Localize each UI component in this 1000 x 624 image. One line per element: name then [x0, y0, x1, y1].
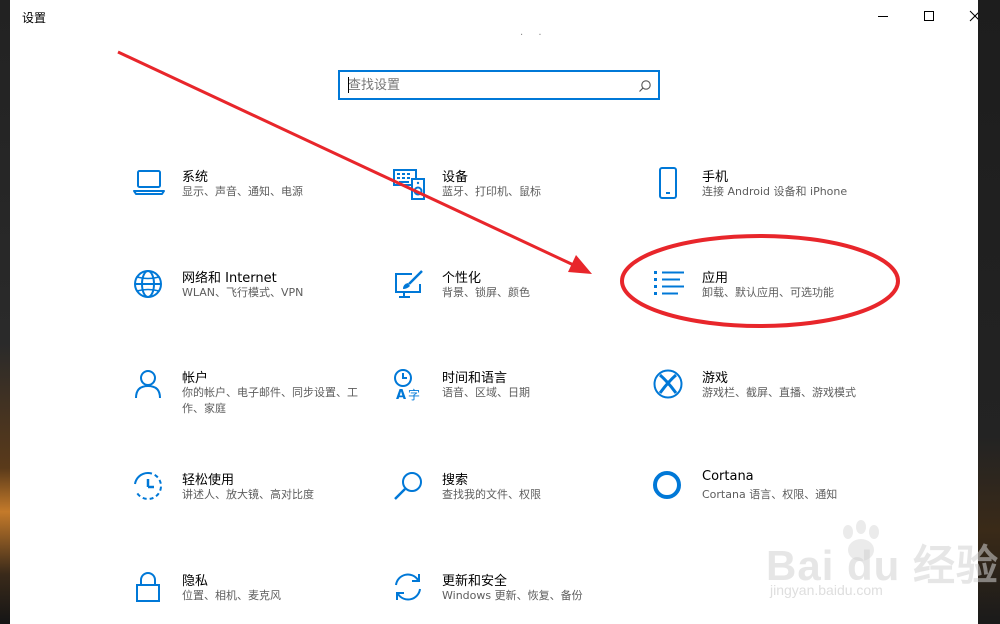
xbox-icon: [653, 369, 683, 399]
tile-description: WLAN、飞行模式、VPN: [182, 286, 304, 299]
tile-network[interactable]: 网络和 Internet WLAN、飞行模式、VPN: [132, 268, 382, 328]
time-language-icon: A 字: [394, 369, 420, 402]
tile-title: 个性化: [442, 271, 482, 286]
tile-title: 系统: [182, 170, 209, 185]
search-icon: [394, 472, 422, 500]
tile-description: 连接 Android 设备和 iPhone: [702, 185, 848, 198]
person-icon: [135, 370, 161, 399]
tile-accounts[interactable]: 帐户 你的帐户、电子邮件、同步设置、工作、家庭: [132, 368, 382, 428]
watermark-url: jingyan.baidu.com: [770, 582, 883, 598]
tile-description: 语音、区域、日期: [442, 386, 530, 399]
laptop-icon: [133, 170, 165, 195]
tile-description: 显示、声音、通知、电源: [182, 185, 303, 198]
close-button[interactable]: [952, 0, 978, 32]
paint-brush-icon: [395, 270, 423, 298]
tile-description: 你的帐户、电子邮件、同步设置、工作、家庭: [182, 386, 358, 415]
tile-search[interactable]: 搜索 查找我的文件、权限: [392, 470, 642, 530]
tile-description: Cortana 语言、权限、通知: [702, 488, 838, 501]
tile-title: 游戏: [702, 371, 729, 386]
title-bar: 设置 · ·: [10, 0, 978, 41]
tile-description: 蓝牙、打印机、鼠标: [442, 185, 541, 198]
tile-description: 查找我的文件、权限: [442, 488, 541, 501]
tile-ease-of-access[interactable]: 轻松使用 讲述人、放大镜、高对比度: [132, 470, 382, 530]
svg-text:A: A: [396, 388, 406, 402]
tile-title: 手机: [702, 170, 729, 185]
tile-privacy[interactable]: 隐私 位置、相机、麦克风: [132, 571, 382, 624]
tile-personalization[interactable]: 个性化 背景、锁屏、颜色: [392, 268, 642, 328]
search-icon[interactable]: [638, 79, 652, 93]
update-sync-icon: [395, 573, 421, 601]
ease-of-access-icon: [134, 471, 162, 500]
tile-title: 帐户: [182, 371, 209, 386]
tile-phone[interactable]: 手机 连接 Android 设备和 iPhone: [652, 167, 902, 227]
phone-icon: [659, 167, 677, 199]
tile-apps[interactable]: 应用 卸载、默认应用、可选功能: [652, 268, 902, 328]
tile-description: 位置、相机、麦克风: [182, 589, 281, 602]
cortana-icon: [653, 471, 681, 499]
apps-list-icon: [654, 271, 684, 295]
tile-title: 轻松使用: [182, 473, 235, 488]
keyboard-devices-icon: [393, 169, 425, 200]
tile-gaming[interactable]: 游戏 游戏栏、截屏、直播、游戏模式: [652, 368, 902, 428]
globe-icon: [134, 270, 162, 298]
tile-description: 讲述人、放大镜、高对比度: [182, 488, 314, 501]
search-input[interactable]: [348, 76, 628, 94]
desktop-background-right: [978, 0, 1000, 624]
tile-update-security[interactable]: 更新和安全 Windows 更新、恢复、备份: [392, 571, 642, 624]
tile-description: Windows 更新、恢复、备份: [442, 589, 583, 602]
tile-title: 隐私: [182, 574, 209, 589]
tile-title: Cortana: [702, 469, 754, 484]
text-caret: [348, 77, 349, 93]
ellipsis-dots: · ·: [520, 30, 548, 41]
tile-title: 更新和安全: [442, 574, 508, 589]
tile-title: 搜索: [442, 473, 469, 488]
tile-description: 卸载、默认应用、可选功能: [702, 286, 834, 299]
tile-title: 应用: [702, 271, 729, 286]
minimize-icon: [878, 16, 888, 17]
tile-description: 背景、锁屏、颜色: [442, 286, 530, 299]
maximize-icon: [924, 11, 934, 21]
tile-title: 时间和语言: [442, 371, 508, 386]
desktop-background-left: [0, 0, 10, 624]
tile-title: 网络和 Internet: [182, 271, 277, 286]
tile-devices[interactable]: 设备 蓝牙、打印机、鼠标: [392, 167, 642, 227]
tile-time-language[interactable]: A 字 时间和语言 语音、区域、日期: [392, 368, 642, 428]
search-box[interactable]: [338, 70, 660, 100]
tile-description: 游戏栏、截屏、直播、游戏模式: [702, 386, 856, 399]
tile-system[interactable]: 系统 显示、声音、通知、电源: [132, 167, 382, 227]
close-icon: [969, 10, 978, 22]
svg-text:字: 字: [408, 387, 420, 402]
minimize-button[interactable]: [860, 0, 906, 32]
maximize-button[interactable]: [906, 0, 952, 32]
tile-title: 设备: [442, 170, 469, 185]
lock-icon: [136, 572, 160, 602]
window-title: 设置: [22, 11, 47, 25]
watermark: Bai du 经验 jingyan.baidu.com: [758, 520, 998, 610]
